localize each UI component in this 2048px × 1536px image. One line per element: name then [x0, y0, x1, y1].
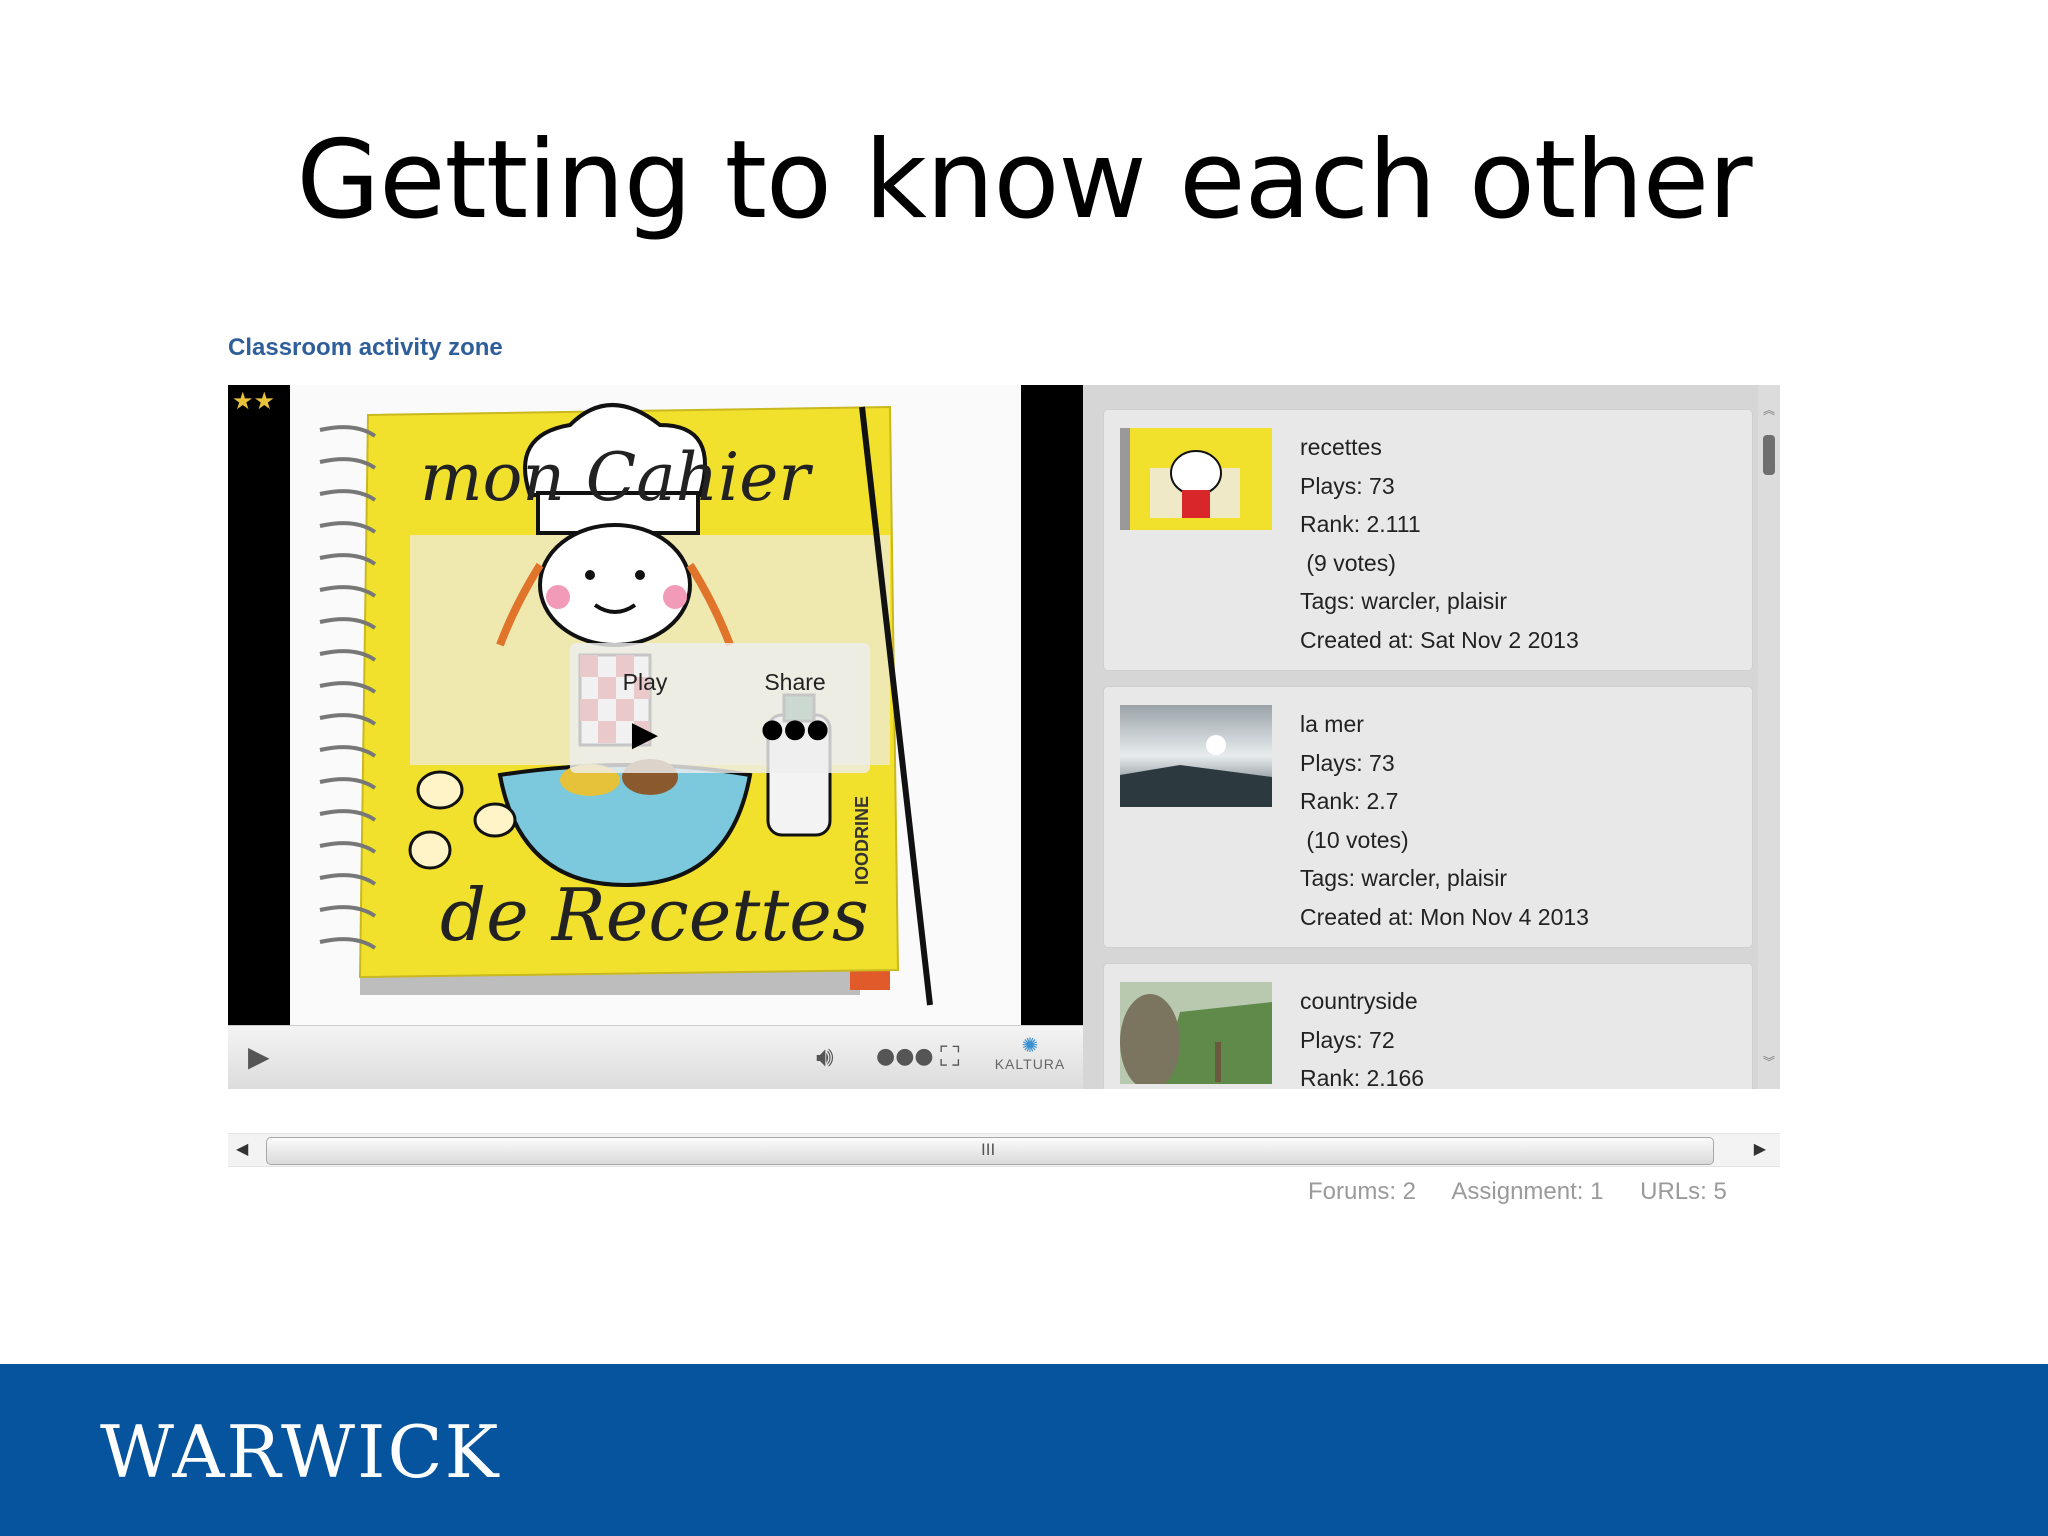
play-button[interactable]: ▶ — [248, 1040, 270, 1073]
artwork-line1: mon Cahier — [420, 439, 813, 516]
overlay-play-label: Play — [622, 669, 668, 695]
player-control-bar: ▶ 🔊︎ ●●● ⛶ ✺ KALTURA — [228, 1025, 1083, 1089]
scroll-down-icon[interactable]: ︾ — [1760, 1053, 1778, 1071]
letterbox-right — [1021, 385, 1083, 1025]
entry-title[interactable]: recettes — [1300, 428, 1579, 467]
volume-button[interactable]: 🔊︎ — [816, 1040, 834, 1074]
urls-count[interactable]: URLs: 5 — [1640, 1178, 1727, 1205]
entry-title[interactable]: la mer — [1300, 705, 1589, 744]
fullscreen-button[interactable]: ⛶ — [940, 1040, 960, 1074]
overlay-share-button[interactable]: Share ●●● — [720, 643, 870, 773]
scroll-up-icon[interactable]: ︽ — [1760, 401, 1778, 419]
player-overlay: Play ▶ Share ●●● — [570, 643, 870, 773]
entry-tags: Tags: warcler, plaisir — [1300, 588, 1508, 614]
entry-plays: Plays: 73 — [1300, 472, 1395, 499]
forums-count[interactable]: Forums: 2 — [1308, 1178, 1416, 1205]
activity-stats: Forums: 2 Assignment: 1 URLs: 5 — [1308, 1178, 1727, 1206]
share-icon: ●●● — [760, 714, 830, 744]
entry-tags: Tags: warcler, plaisir — [1300, 865, 1508, 891]
entry-rank: Rank: 2.166 — [1300, 1065, 1425, 1089]
footer-band: WARWICK — [0, 1364, 2048, 1536]
kaltura-logo[interactable]: ✺ KALTURA — [990, 1034, 1070, 1072]
horizontal-scrollbar-thumb[interactable]: III — [266, 1137, 1714, 1165]
entry-created: Created at: Sat Nov 2 2013 — [1300, 626, 1579, 653]
playlist-panel[interactable]: recettes Plays: 73 Rank: 2.111 (9 votes)… — [1083, 385, 1780, 1089]
assignment-count[interactable]: Assignment: 1 — [1451, 1178, 1603, 1205]
video-thumbnail[interactable]: mon Cahier de Recettes IOODRINE Play ▶ S… — [290, 385, 1021, 1025]
entry-plays: Plays: 73 — [1300, 749, 1395, 776]
scroll-right-icon[interactable]: ▶ — [1754, 1139, 1766, 1158]
zone-title[interactable]: Classroom activity zone — [228, 334, 503, 362]
artwork-line2: de Recettes — [440, 873, 869, 957]
playlist-thumbnail[interactable] — [1120, 428, 1272, 530]
entry-rank: Rank: 2.7 — [1300, 788, 1399, 814]
scrollbar-grip: III — [981, 1140, 996, 1159]
playlist-item[interactable]: la mer Plays: 73 Rank: 2.7 (10 votes) Ta… — [1103, 686, 1753, 948]
video-player[interactable]: ★★ mon Cahier de Recettes IOODRINE Play … — [228, 385, 1083, 1089]
playlist-item-info: recettes Plays: 73 Rank: 2.111 (9 votes)… — [1300, 428, 1579, 659]
entry-plays: Plays: 72 — [1300, 1026, 1395, 1053]
playlist-item[interactable]: countryside Plays: 72 Rank: 2.166 — [1103, 963, 1753, 1089]
entry-votes: (10 votes) — [1300, 826, 1409, 853]
volume-icon: 🔊︎ — [816, 1040, 834, 1073]
play-icon: ▶ — [248, 1040, 270, 1073]
letterbox-left — [228, 385, 290, 1025]
horizontal-scrollbar[interactable]: ◀ III ▶ — [228, 1133, 1780, 1167]
entry-rank: Rank: 2.111 — [1300, 511, 1421, 537]
entry-created: Created at: Mon Nov 4 2013 — [1300, 903, 1589, 930]
slide-title: Getting to know each other — [296, 118, 1752, 243]
entry-votes: (9 votes) — [1300, 549, 1396, 576]
rating-stars[interactable]: ★★ — [232, 387, 275, 415]
overlay-share-label: Share — [764, 669, 826, 695]
playlist-item-info: countryside Plays: 72 Rank: 2.166 — [1300, 982, 1424, 1089]
scroll-left-icon[interactable]: ◀ — [236, 1139, 248, 1158]
kaltura-label: KALTURA — [994, 1056, 1066, 1072]
artwork-brand: IOODRINE — [852, 796, 872, 885]
share-icon: ●●● — [876, 1044, 934, 1069]
playlist-scrollbar[interactable]: ︽ ︾ — [1758, 385, 1780, 1089]
entry-title[interactable]: countryside — [1300, 982, 1424, 1021]
kaltura-flower-icon: ✺ — [1021, 1033, 1039, 1057]
scrollbar-thumb[interactable] — [1763, 435, 1775, 475]
playlist-thumbnail[interactable] — [1120, 982, 1272, 1084]
playlist-item-info: la mer Plays: 73 Rank: 2.7 (10 votes) Ta… — [1300, 705, 1589, 936]
share-button[interactable]: ●●● — [876, 1044, 934, 1069]
playlist-item[interactable]: recettes Plays: 73 Rank: 2.111 (9 votes)… — [1103, 409, 1753, 671]
play-icon: ▶ — [631, 714, 659, 754]
overlay-play-button[interactable]: Play ▶ — [570, 643, 720, 773]
fullscreen-icon: ⛶ — [940, 1040, 960, 1073]
warwick-logo: WARWICK — [100, 1410, 501, 1494]
playlist-thumbnail[interactable] — [1120, 705, 1272, 807]
